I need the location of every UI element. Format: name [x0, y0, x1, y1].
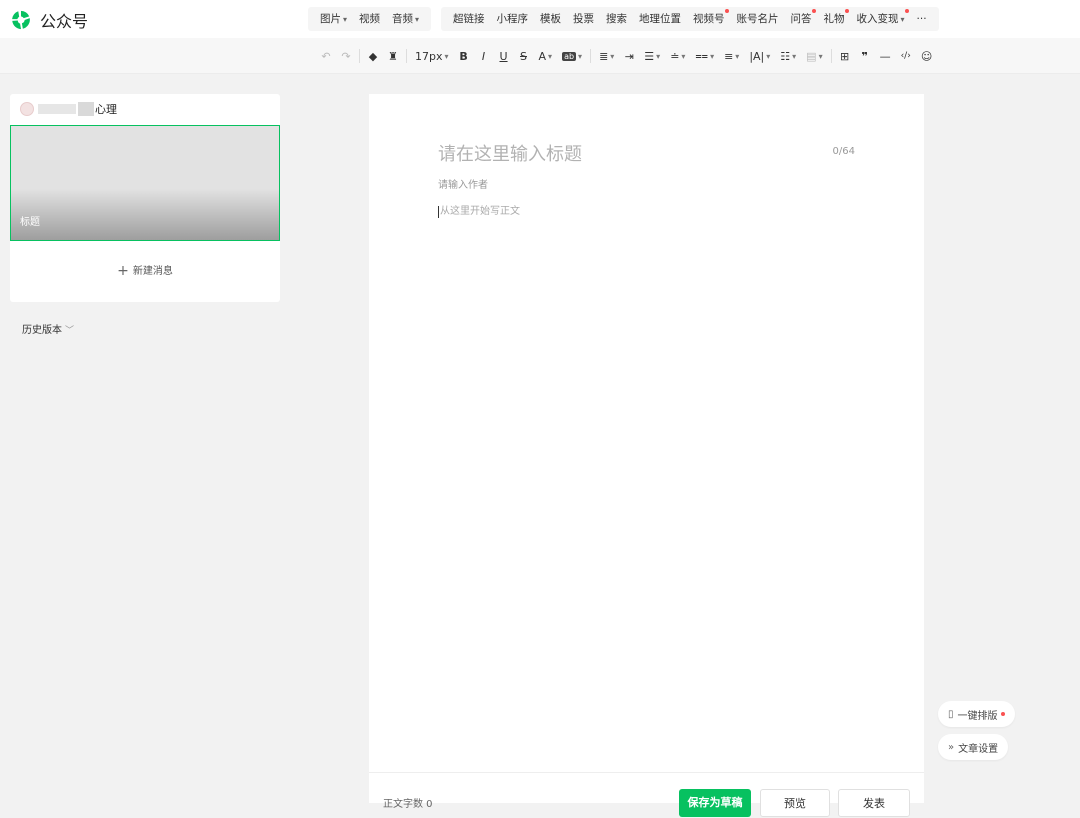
menu-monetize[interactable]: 收入变现 ▾: [851, 7, 911, 31]
menu-image[interactable]: 图片 ▾: [314, 7, 353, 31]
redo-icon[interactable]: ↷: [338, 46, 354, 66]
menu-vote[interactable]: 投票: [567, 7, 600, 31]
menu-channels[interactable]: 视频号: [687, 7, 731, 31]
code-icon[interactable]: ‹/›: [898, 46, 914, 66]
plus-icon: +: [117, 263, 129, 279]
body-editor[interactable]: 从这里开始写正文: [438, 206, 520, 218]
insert-group: 超链接 小程序 模板 投票 搜索 地理位置 视频号 账号名片 问答 礼物 收入变…: [441, 7, 939, 31]
strikethrough-button[interactable]: S: [516, 46, 532, 66]
italic-button[interactable]: I: [476, 46, 492, 66]
menu-search[interactable]: 搜索: [600, 7, 633, 31]
chevron-down-icon: ▾: [444, 51, 449, 61]
chevron-down-icon: ▾: [578, 51, 583, 61]
editor-footer: 正文字数 0 保存为草稿 预览 发表: [369, 772, 924, 817]
new-badge-dot: [844, 9, 849, 13]
text-indent-icon[interactable]: ≡ ▾: [721, 46, 742, 66]
menu-hyperlink[interactable]: 超链接: [447, 7, 491, 31]
chevron-down-icon: ▾: [548, 51, 553, 61]
author-input[interactable]: 请输入作者: [438, 176, 488, 191]
article-editor: 请在这里输入标题 0/64 请输入作者 从这里开始写正文 正文字数 0 保存为草…: [369, 94, 924, 817]
clear-format-icon[interactable]: ♜: [385, 46, 401, 66]
article-settings-button[interactable]: » 文章设置: [938, 734, 1009, 760]
quote-icon[interactable]: ❞: [857, 46, 873, 66]
indent-icon[interactable]: ⇥: [621, 46, 637, 66]
format-painter-icon[interactable]: ◆: [365, 46, 381, 66]
auto-format-button[interactable]: ▯ 一键排版: [938, 701, 1015, 727]
font-size-select[interactable]: 17px ▾: [412, 46, 452, 66]
chevron-down-icon: ▾: [900, 15, 905, 24]
double-chevron-down-icon: »: [948, 741, 955, 753]
font-color-button[interactable]: A ▾: [536, 46, 556, 66]
letter-spacing-icon[interactable]: |A| ▾: [746, 46, 773, 66]
emoji-icon[interactable]: ☺: [918, 46, 935, 66]
article-list-card: 心理 标题 + 新建消息: [10, 94, 280, 302]
divider: [359, 49, 360, 63]
article-cover-item[interactable]: 标题: [10, 125, 280, 241]
publish-button[interactable]: 发表: [838, 789, 910, 817]
table-icon[interactable]: ⊞: [837, 46, 853, 66]
menu-more[interactable]: ···: [911, 7, 933, 31]
menu-location[interactable]: 地理位置: [633, 7, 687, 31]
chevron-down-icon: ﹀: [65, 326, 75, 336]
menu-audio[interactable]: 音频 ▾: [386, 7, 425, 31]
menu-template[interactable]: 模板: [534, 7, 567, 31]
menu-gift[interactable]: 礼物: [818, 7, 851, 31]
brand-name: 公众号: [40, 12, 89, 31]
divider: [830, 49, 832, 63]
menu-video[interactable]: 视频: [353, 7, 386, 31]
underline-button[interactable]: U: [496, 46, 512, 66]
align-center-icon[interactable]: ☰ ▾: [641, 46, 663, 66]
logo[interactable]: 公众号: [10, 8, 88, 32]
new-badge-dot: [811, 9, 816, 13]
align-left-icon[interactable]: ≣ ▾: [596, 46, 617, 66]
divider: [590, 49, 592, 63]
history-version-dropdown[interactable]: 历史版本 ﹀: [22, 321, 74, 336]
float-image-icon[interactable]: ▤ ▾: [803, 46, 825, 66]
wechat-official-logo-icon: [12, 10, 30, 30]
horizontal-rule-icon[interactable]: —: [877, 46, 894, 66]
preview-button[interactable]: 预览: [760, 789, 830, 817]
top-header: 公众号 图片 ▾ 视频 音频 ▾ 超链接 小程序 模板 投票 搜索 地理位置 视频号…: [0, 0, 1080, 38]
divider: [406, 49, 407, 63]
format-toolbar: ↶ ↷ ◆ ♜ 17px ▾ B I U S A ▾ ab ▾ ≣ ▾ ⇥ ☰ ▾ ≐ ▾ …: [0, 38, 1080, 74]
menu-mini-program[interactable]: 小程序: [491, 7, 535, 31]
new-message-button[interactable]: + 新建消息: [10, 262, 280, 279]
new-badge-dot: [724, 9, 729, 13]
chevron-down-icon: ▾: [343, 15, 348, 24]
title-input[interactable]: 请在这里输入标题: [438, 140, 582, 166]
cover-title: 标题: [20, 217, 40, 228]
background-color-button[interactable]: ab ▾: [559, 46, 585, 66]
undo-icon[interactable]: ↶: [318, 46, 334, 66]
bold-button[interactable]: B: [456, 46, 472, 66]
blurred-name: [78, 102, 94, 116]
menu-account-card[interactable]: 账号名片: [731, 7, 785, 31]
list-icon[interactable]: ☷ ▾: [777, 46, 799, 66]
media-group: 图片 ▾ 视频 音频 ▾: [308, 7, 432, 31]
blurred-name: [38, 104, 76, 114]
chevron-down-icon: ▾: [415, 15, 420, 24]
line-spacing-icon[interactable]: ≐ ▾: [667, 46, 688, 66]
new-badge-dot: [904, 9, 909, 13]
new-badge-dot: [1000, 712, 1005, 716]
account-name-suffix: 心理: [95, 103, 117, 116]
paragraph-spacing-icon[interactable]: ⩵ ▾: [692, 46, 717, 66]
insert-toolbar: 图片 ▾ 视频 音频 ▾ 超链接 小程序 模板 投票 搜索 地理位置 视频号 账号名…: [308, 7, 939, 31]
document-icon: ▯: [948, 708, 954, 720]
account-name: 心理: [20, 100, 117, 118]
save-draft-button[interactable]: 保存为草稿: [679, 789, 751, 817]
avatar: [20, 102, 34, 116]
title-char-count: 0/64: [832, 146, 855, 157]
menu-qa[interactable]: 问答: [785, 7, 818, 31]
